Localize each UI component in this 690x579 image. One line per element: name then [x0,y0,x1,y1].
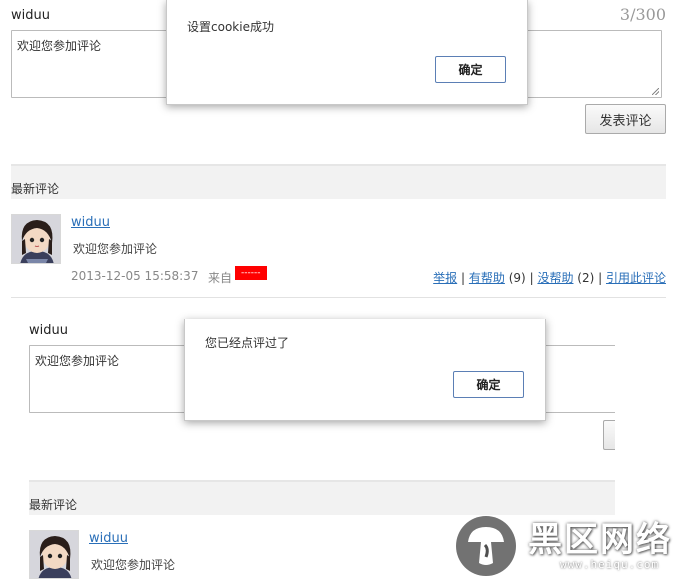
alert-message-2: 您已经点评过了 [205,336,290,350]
avatar-image-2 [30,531,78,578]
submit-comment-button[interactable]: 发表评论 [585,104,666,134]
alert-ok-button-2[interactable]: 确定 [453,371,524,398]
helpful-count: (9) [508,271,526,285]
comment-source-value: ------ [235,266,267,280]
username-label: widuu [11,8,50,23]
alert-message: 设置cookie成功 [187,20,274,34]
latest-comments-header: 最新评论 [11,164,666,199]
comment-text-2: 欢迎您参加评论 [91,558,176,572]
alert-dialog: 设置cookie成功 确定 [166,0,528,105]
divider [11,297,666,298]
avatar-2 [29,530,79,579]
clip-mask [615,300,690,475]
action-separator: | [529,271,534,285]
latest-comments-title-2: 最新评论 [29,498,78,512]
comment-text: 欢迎您参加评论 [73,242,158,256]
quote-comment-link[interactable]: 引用此评论 [606,271,666,285]
unhelpful-link[interactable]: 没帮助 [537,271,573,285]
alert-dialog-2: 您已经点评过了 确定 [184,319,546,421]
unhelpful-count: (2) [577,271,595,285]
alert-ok-button[interactable]: 确定 [435,56,506,83]
comment-author-link-2[interactable]: widuu [89,531,128,546]
comment-author-link[interactable]: widuu [71,215,110,230]
latest-comments-header-2: 最新评论 [29,480,615,515]
char-counter: 3/300 [619,5,666,24]
avatar [11,214,61,264]
latest-comments-title: 最新评论 [11,182,60,196]
report-link[interactable]: 举报 [433,271,457,285]
comment-actions: 举报 | 有帮助 (9) | 没帮助 (2) | 引用此评论 [433,269,666,286]
helpful-link[interactable]: 有帮助 [469,271,505,285]
comment-timestamp: 2013-12-05 15:58:37 [71,269,199,283]
textarea-value-2: 欢迎您参加评论 [35,354,120,368]
avatar-image [12,215,60,263]
resize-grip-icon[interactable] [652,88,659,95]
action-separator: | [598,271,603,285]
action-separator: | [461,271,466,285]
watermark-text: 黑区网络 [528,520,672,560]
watermark-url: www.heiqu.com [560,558,660,571]
comment-source-label: 来自 [208,271,233,285]
textarea-value: 欢迎您参加评论 [17,39,102,53]
username-label-2: widuu [29,323,68,338]
mushroom-logo-icon [455,515,517,577]
